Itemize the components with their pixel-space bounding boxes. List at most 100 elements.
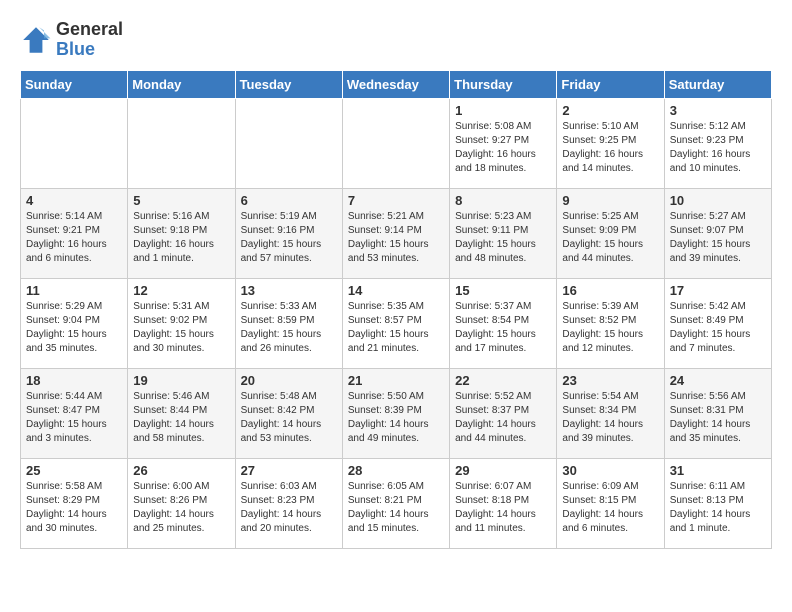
day-info: Sunrise: 5:29 AMSunset: 9:04 PMDaylight:…: [26, 300, 122, 356]
col-header-thursday: Thursday: [450, 70, 557, 98]
day-number: 28: [348, 463, 444, 478]
day-cell: 5 Sunrise: 5:16 AMSunset: 9:18 PMDaylight…: [128, 188, 235, 278]
day-info: Sunrise: 5:23 AMSunset: 9:11 PMDaylight:…: [455, 210, 551, 266]
day-number: 6: [241, 193, 337, 208]
day-cell: 1 Sunrise: 5:08 AMSunset: 9:27 PMDaylight…: [450, 98, 557, 188]
day-cell: 19 Sunrise: 5:46 AMSunset: 8:44 PMDayligh…: [128, 368, 235, 458]
calendar-table: SundayMondayTuesdayWednesdayThursdayFrid…: [20, 70, 772, 549]
day-info: Sunrise: 5:14 AMSunset: 9:21 PMDaylight:…: [26, 210, 122, 266]
day-number: 22: [455, 373, 551, 388]
day-number: 8: [455, 193, 551, 208]
day-number: 11: [26, 283, 122, 298]
day-cell: 25 Sunrise: 5:58 AMSunset: 8:29 PMDayligh…: [21, 458, 128, 548]
day-cell: 13 Sunrise: 5:33 AMSunset: 8:59 PMDayligh…: [235, 278, 342, 368]
day-number: 4: [26, 193, 122, 208]
day-number: 27: [241, 463, 337, 478]
week-row-1: 1 Sunrise: 5:08 AMSunset: 9:27 PMDaylight…: [21, 98, 772, 188]
day-info: Sunrise: 5:10 AMSunset: 9:25 PMDaylight:…: [562, 120, 658, 176]
logo: General Blue: [20, 20, 123, 60]
day-number: 25: [26, 463, 122, 478]
day-cell: 29 Sunrise: 6:07 AMSunset: 8:18 PMDayligh…: [450, 458, 557, 548]
day-cell: 24 Sunrise: 5:56 AMSunset: 8:31 PMDayligh…: [664, 368, 771, 458]
col-header-wednesday: Wednesday: [342, 70, 449, 98]
day-info: Sunrise: 5:42 AMSunset: 8:49 PMDaylight:…: [670, 300, 766, 356]
day-info: Sunrise: 5:19 AMSunset: 9:16 PMDaylight:…: [241, 210, 337, 266]
day-cell: 2 Sunrise: 5:10 AMSunset: 9:25 PMDaylight…: [557, 98, 664, 188]
col-header-monday: Monday: [128, 70, 235, 98]
day-cell: 14Sunrise: 5:35 AMSunset: 8:57 PMDayligh…: [342, 278, 449, 368]
day-number: 3: [670, 103, 766, 118]
day-info: Sunrise: 5:37 AMSunset: 8:54 PMDaylight:…: [455, 300, 551, 356]
day-cell: 22 Sunrise: 5:52 AMSunset: 8:37 PMDayligh…: [450, 368, 557, 458]
day-info: Sunrise: 5:56 AMSunset: 8:31 PMDaylight:…: [670, 390, 766, 446]
day-cell: 15 Sunrise: 5:37 AMSunset: 8:54 PMDayligh…: [450, 278, 557, 368]
day-number: 15: [455, 283, 551, 298]
logo-icon: [20, 24, 52, 56]
day-number: 12: [133, 283, 229, 298]
day-info: Sunrise: 6:09 AMSunset: 8:15 PMDaylight:…: [562, 480, 658, 536]
day-info: Sunrise: 5:44 AMSunset: 8:47 PMDaylight:…: [26, 390, 122, 446]
day-cell: 17 Sunrise: 5:42 AMSunset: 8:49 PMDayligh…: [664, 278, 771, 368]
day-number: 19: [133, 373, 229, 388]
week-row-3: 11 Sunrise: 5:29 AMSunset: 9:04 PMDayligh…: [21, 278, 772, 368]
day-info: Sunrise: 5:52 AMSunset: 8:37 PMDaylight:…: [455, 390, 551, 446]
day-number: 20: [241, 373, 337, 388]
day-info: Sunrise: 6:05 AMSunset: 8:21 PMDaylight:…: [348, 480, 444, 536]
day-number: 31: [670, 463, 766, 478]
day-cell: 28 Sunrise: 6:05 AMSunset: 8:21 PMDayligh…: [342, 458, 449, 548]
day-number: 24: [670, 373, 766, 388]
day-info: Sunrise: 5:58 AMSunset: 8:29 PMDaylight:…: [26, 480, 122, 536]
day-info: Sunrise: 5:08 AMSunset: 9:27 PMDaylight:…: [455, 120, 551, 176]
day-cell: 7Sunrise: 5:21 AMSunset: 9:14 PMDaylight…: [342, 188, 449, 278]
day-number: 10: [670, 193, 766, 208]
day-cell: 3 Sunrise: 5:12 AMSunset: 9:23 PMDaylight…: [664, 98, 771, 188]
day-info: Sunrise: 5:16 AMSunset: 9:18 PMDaylight:…: [133, 210, 229, 266]
day-info: Sunrise: 5:48 AMSunset: 8:42 PMDaylight:…: [241, 390, 337, 446]
day-number: 1: [455, 103, 551, 118]
day-info: Sunrise: 5:31 AMSunset: 9:02 PMDaylight:…: [133, 300, 229, 356]
day-info: Sunrise: 5:46 AMSunset: 8:44 PMDaylight:…: [133, 390, 229, 446]
day-cell: 6 Sunrise: 5:19 AMSunset: 9:16 PMDaylight…: [235, 188, 342, 278]
day-cell: 18Sunrise: 5:44 AMSunset: 8:47 PMDayligh…: [21, 368, 128, 458]
day-cell: [128, 98, 235, 188]
day-cell: 8 Sunrise: 5:23 AMSunset: 9:11 PMDaylight…: [450, 188, 557, 278]
day-cell: 26 Sunrise: 6:00 AMSunset: 8:26 PMDayligh…: [128, 458, 235, 548]
day-info: Sunrise: 6:07 AMSunset: 8:18 PMDaylight:…: [455, 480, 551, 536]
col-header-friday: Friday: [557, 70, 664, 98]
day-cell: 30 Sunrise: 6:09 AMSunset: 8:15 PMDayligh…: [557, 458, 664, 548]
day-number: 17: [670, 283, 766, 298]
day-cell: 31 Sunrise: 6:11 AMSunset: 8:13 PMDayligh…: [664, 458, 771, 548]
day-cell: 4 Sunrise: 5:14 AMSunset: 9:21 PMDaylight…: [21, 188, 128, 278]
day-info: Sunrise: 6:03 AMSunset: 8:23 PMDaylight:…: [241, 480, 337, 536]
day-number: 5: [133, 193, 229, 208]
header-row: SundayMondayTuesdayWednesdayThursdayFrid…: [21, 70, 772, 98]
day-number: 13: [241, 283, 337, 298]
day-number: 21: [348, 373, 444, 388]
day-number: 29: [455, 463, 551, 478]
day-cell: 9Sunrise: 5:25 AMSunset: 9:09 PMDaylight…: [557, 188, 664, 278]
day-number: 26: [133, 463, 229, 478]
day-info: Sunrise: 6:00 AMSunset: 8:26 PMDaylight:…: [133, 480, 229, 536]
day-number: 30: [562, 463, 658, 478]
day-number: 2: [562, 103, 658, 118]
day-info: Sunrise: 5:33 AMSunset: 8:59 PMDaylight:…: [241, 300, 337, 356]
day-info: Sunrise: 5:54 AMSunset: 8:34 PMDaylight:…: [562, 390, 658, 446]
day-cell: [342, 98, 449, 188]
day-cell: 21Sunrise: 5:50 AMSunset: 8:39 PMDayligh…: [342, 368, 449, 458]
day-info: Sunrise: 5:12 AMSunset: 9:23 PMDaylight:…: [670, 120, 766, 176]
day-cell: 10 Sunrise: 5:27 AMSunset: 9:07 PMDayligh…: [664, 188, 771, 278]
day-info: Sunrise: 6:11 AMSunset: 8:13 PMDaylight:…: [670, 480, 766, 536]
day-info: Sunrise: 5:21 AMSunset: 9:14 PMDaylight:…: [348, 210, 444, 266]
day-info: Sunrise: 5:27 AMSunset: 9:07 PMDaylight:…: [670, 210, 766, 266]
day-cell: [235, 98, 342, 188]
col-header-sunday: Sunday: [21, 70, 128, 98]
week-row-2: 4 Sunrise: 5:14 AMSunset: 9:21 PMDaylight…: [21, 188, 772, 278]
col-header-tuesday: Tuesday: [235, 70, 342, 98]
col-header-saturday: Saturday: [664, 70, 771, 98]
day-number: 14: [348, 283, 444, 298]
day-number: 16: [562, 283, 658, 298]
day-number: 23: [562, 373, 658, 388]
page-header: General Blue: [20, 20, 772, 60]
week-row-5: 25 Sunrise: 5:58 AMSunset: 8:29 PMDayligh…: [21, 458, 772, 548]
day-info: Sunrise: 5:25 AMSunset: 9:09 PMDaylight:…: [562, 210, 658, 266]
